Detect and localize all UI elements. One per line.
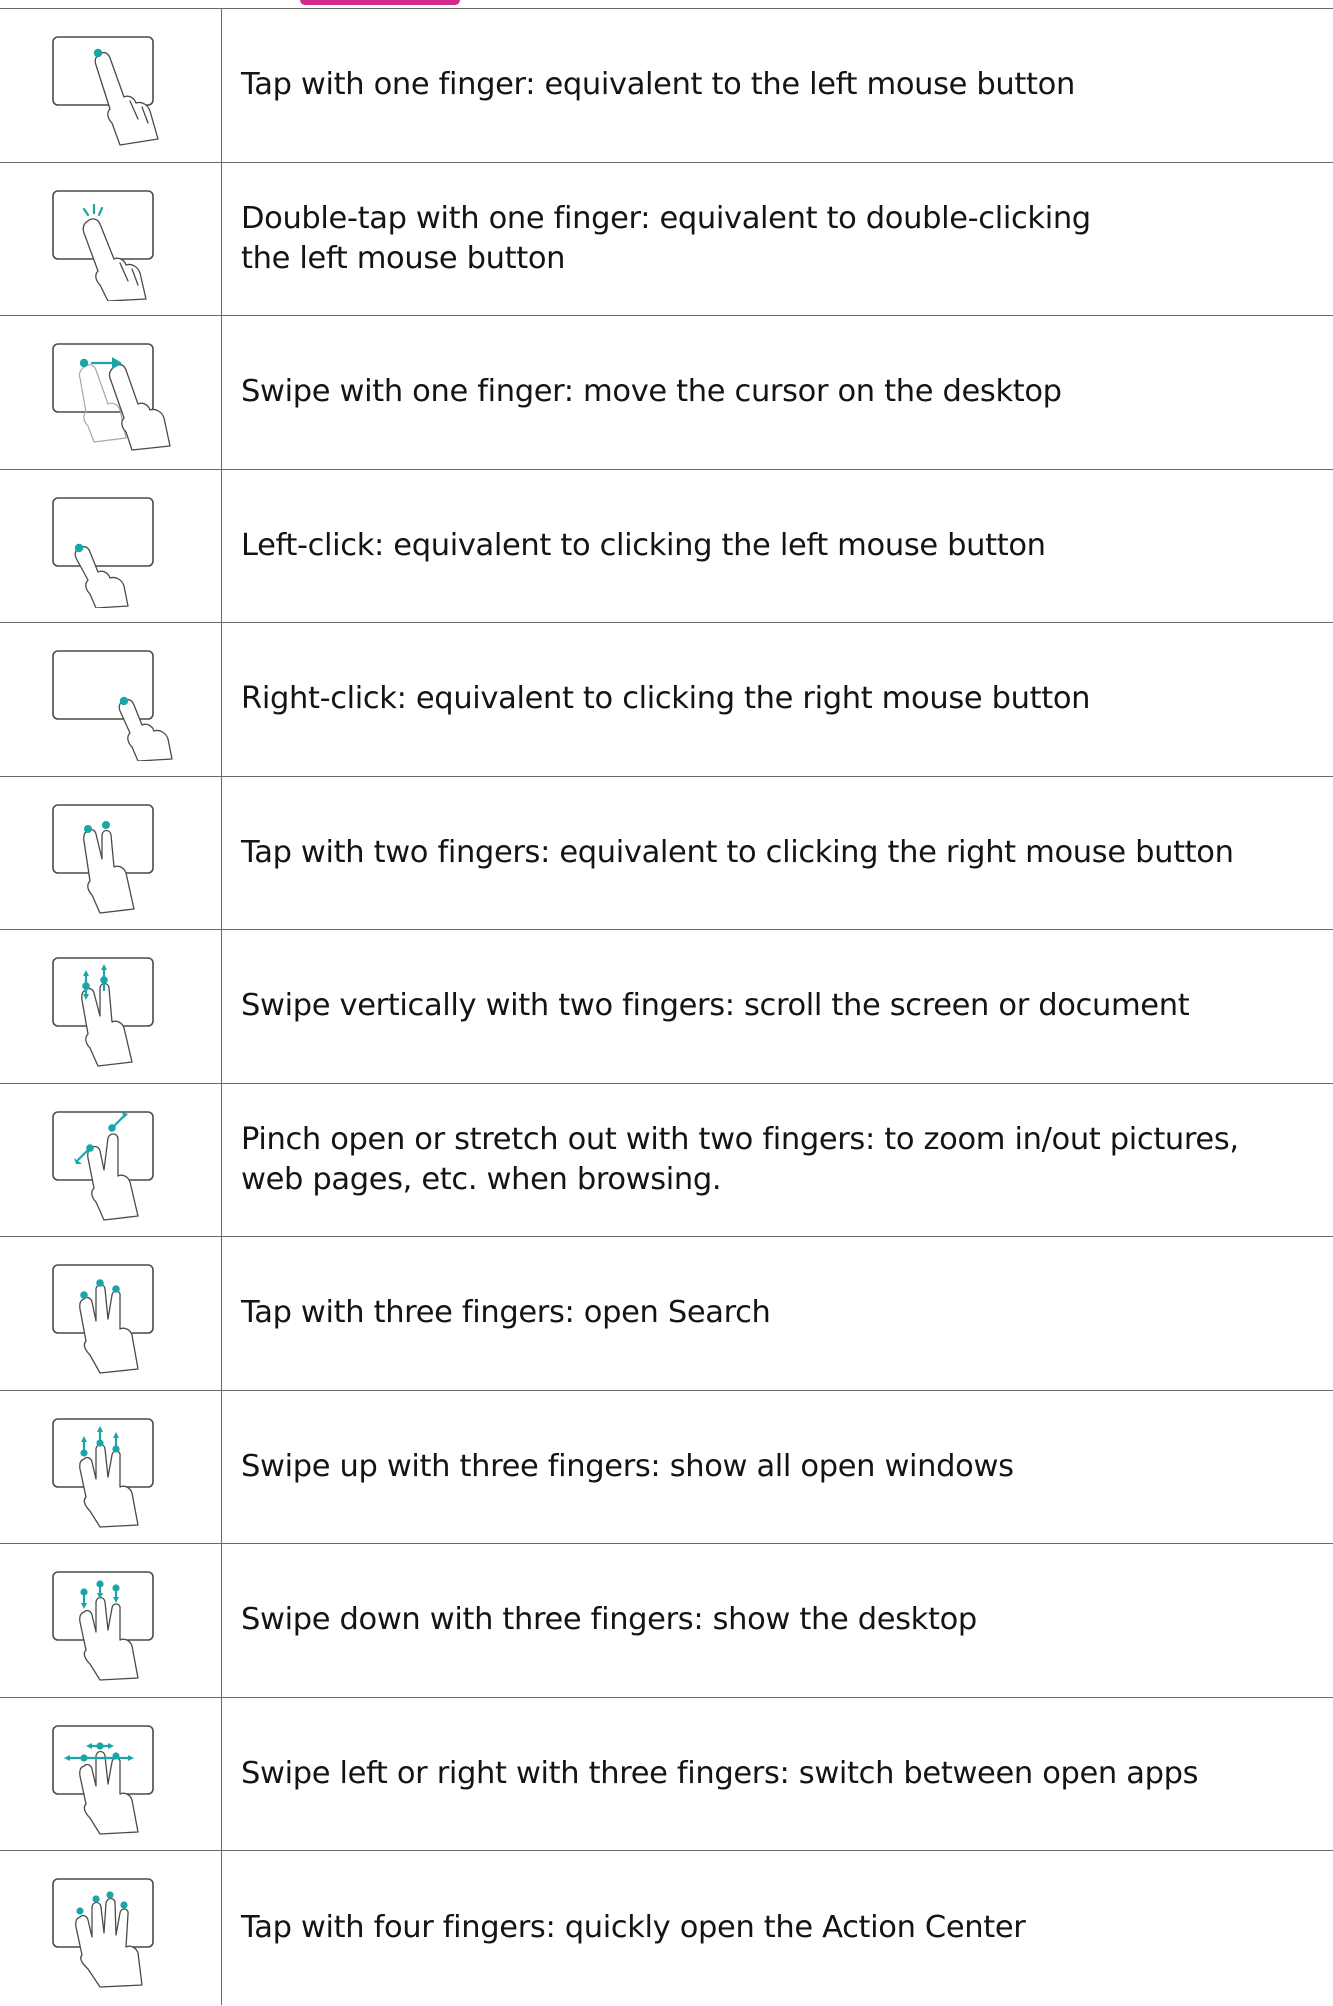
gesture-description: Tap with two fingers: equivalent to clic… [241,834,1234,870]
swipe-up-three-fingers-icon [52,1417,154,1528]
table-row: Tap with four fingers: quickly open the … [0,1851,1333,2005]
tap-one-finger-icon [52,36,159,146]
swipe-down-three-fingers-icon [52,1571,154,1681]
header-accent-bar [300,0,460,5]
double-tap-one-finger-icon [52,189,154,301]
gesture-description: Swipe down with three fingers: show the … [241,1602,977,1638]
gesture-description: Pinch open or stretch out with two finge… [241,1121,1239,1197]
gesture-description: Swipe up with three fingers: show all op… [241,1448,1014,1484]
table-row: Swipe left or right with three fingers: … [0,1697,1333,1851]
table-row: Swipe vertically with two fingers: scrol… [0,930,1333,1084]
table-row: Swipe up with three fingers: show all op… [0,1390,1333,1544]
right-click-icon [52,650,173,761]
table-row: Left-click: equivalent to clicking the l… [0,469,1333,623]
gesture-description: Tap with one finger: equivalent to the l… [241,67,1075,103]
gesture-description: Tap with three fingers: open Search [241,1295,771,1331]
table-row: Double-tap with one finger: equivalent t… [0,162,1333,316]
pinch-two-fingers-icon [52,1110,154,1221]
swipe-one-finger-icon [52,343,171,451]
swipe-left-right-three-fingers-icon [52,1724,154,1835]
table-row: Swipe with one finger: move the cursor o… [0,316,1333,470]
gesture-description: Right-click: equivalent to clicking the … [241,681,1091,717]
gesture-description: Swipe vertically with two fingers: scrol… [241,988,1190,1024]
tap-three-fingers-icon [52,1264,154,1374]
gesture-description: Swipe left or right with three fingers: … [241,1755,1199,1791]
tap-four-fingers-icon [52,1878,154,1988]
table-row: Tap with three fingers: open Search [0,1237,1333,1391]
swipe-vertical-two-fingers-icon [52,957,154,1067]
table-row: Swipe down with three fingers: show the … [0,1544,1333,1698]
gesture-description: Swipe with one finger: move the cursor o… [241,374,1062,410]
table-row: Pinch open or stretch out with two finge… [0,1083,1333,1237]
gesture-description: Tap with four fingers: quickly open the … [241,1909,1026,1945]
gesture-description: Double-tap with one finger: equivalent t… [241,200,1091,276]
gesture-description: Left-click: equivalent to clicking the l… [241,527,1046,563]
left-click-icon [52,496,154,608]
table-row: Tap with two fingers: equivalent to clic… [0,776,1333,930]
table-row: Right-click: equivalent to clicking the … [0,623,1333,777]
tap-two-fingers-icon [52,803,154,914]
touchpad-gesture-table: Tap with one finger: equivalent to the l… [0,8,1333,2005]
table-row: Tap with one finger: equivalent to the l… [0,9,1333,163]
